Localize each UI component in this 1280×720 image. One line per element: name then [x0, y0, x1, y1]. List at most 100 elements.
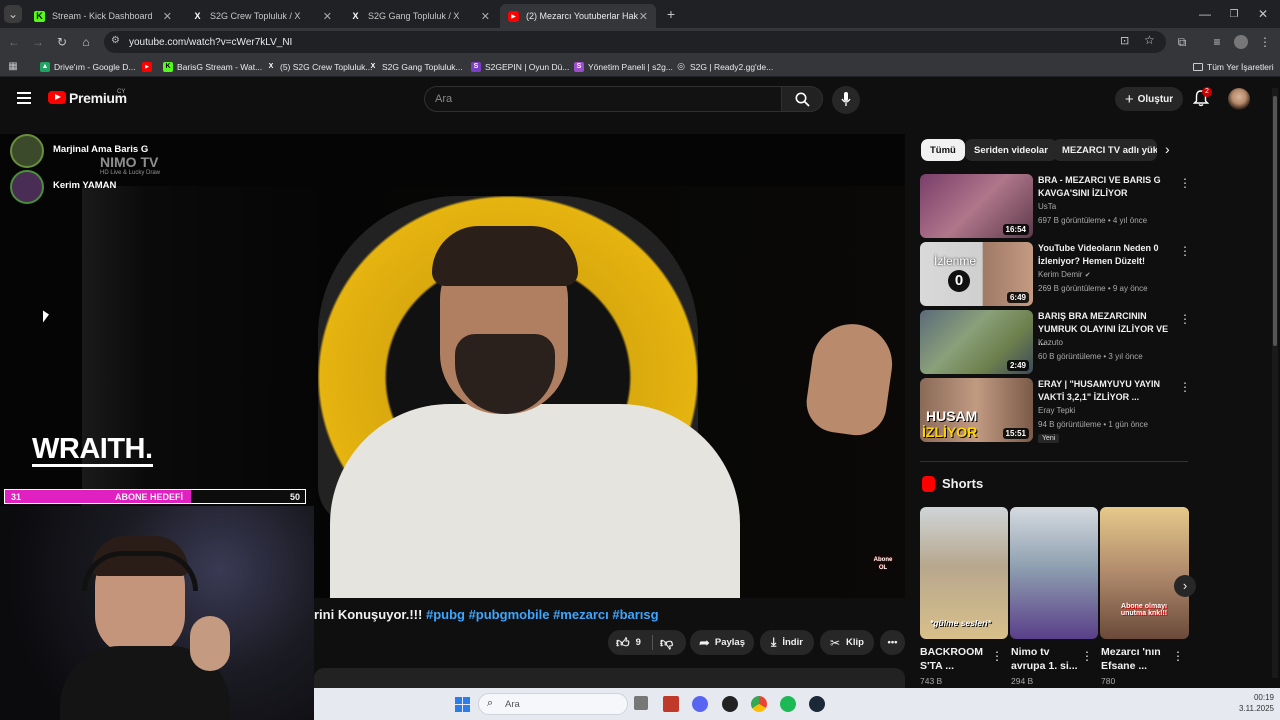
clip-button[interactable]: ✂ Klip [820, 630, 874, 655]
short-title[interactable]: BACKROOM S'TA ... [920, 645, 990, 673]
bookmark-yonetim[interactable]: S Yönetim Paneli | s2g... [574, 60, 673, 73]
short-thumbnail[interactable]: Abone olmayı unutma knk!!! [1100, 507, 1189, 639]
tab-s2g-crew[interactable]: X S2G Crew Topluluk / X ✕ [184, 4, 340, 28]
back-icon[interactable]: ← [5, 33, 23, 51]
recommended-video[interactable]: 16:54 BRA - MEZARCI VE BARIS G KAVGA'SIN… [920, 174, 1191, 238]
short-thumbnail[interactable] [1010, 507, 1098, 639]
more-vert-icon[interactable]: ⋮ [1172, 649, 1184, 663]
recommended-video[interactable]: HUSAM İZLİYOR 15:51 ERAY | "HUSAMYUYU YA… [920, 378, 1191, 443]
profile-avatar[interactable] [1234, 35, 1248, 49]
chevron-right-icon[interactable]: › [1165, 141, 1170, 157]
download-button[interactable]: ⤓ İndir [760, 630, 814, 655]
tab-s2g-gang[interactable]: X S2G Gang Topluluk / X ✕ [342, 4, 498, 28]
share-button[interactable]: ➦ Paylaş [690, 630, 754, 655]
rec-channel[interactable]: Kerim Demir ✔ [1038, 270, 1091, 279]
more-vert-icon[interactable]: ⋮ [991, 649, 1003, 663]
verified-icon: ✔ [1084, 272, 1091, 279]
home-icon[interactable]: ⌂ [77, 33, 95, 51]
media-icon[interactable]: ≡ [1208, 33, 1226, 51]
short-title[interactable]: Nimo tv avrupa 1. si... [1011, 645, 1081, 673]
bookmark-s2g-crew[interactable]: X (5) S2G Crew Topluluk... [266, 60, 373, 73]
install-icon[interactable]: ⊡ [1120, 34, 1129, 47]
tab-search-icon[interactable]: ⌄ [4, 5, 22, 23]
bookmark-star-icon[interactable]: ☆ [1144, 33, 1155, 47]
voice-search-button[interactable] [832, 86, 860, 114]
close-icon[interactable]: ✕ [323, 10, 332, 23]
site-info-icon[interactable]: ⚙ [111, 35, 120, 46]
bookmark-s2g-gang[interactable]: X S2G Gang Topluluk... [368, 60, 463, 73]
app-icon[interactable] [663, 696, 679, 712]
user-avatar [10, 170, 44, 204]
close-icon[interactable]: ✕ [481, 10, 490, 23]
tab-title: Stream - Kick Dashboard [52, 11, 153, 21]
close-icon[interactable]: ✕ [639, 10, 648, 23]
more-vert-icon[interactable]: ⋮ [1179, 312, 1191, 326]
more-vert-icon[interactable]: ⋮ [1081, 649, 1093, 663]
discord-icon[interactable] [692, 696, 708, 712]
short-title[interactable]: Mezarcı 'nın Efsane ... [1101, 645, 1171, 673]
bookmark-ready2gg[interactable]: ◎ S2G | Ready2.gg'de... [676, 60, 773, 73]
more-vert-icon[interactable]: ⋮ [1179, 380, 1191, 394]
rec-channel[interactable]: UsTa [1038, 202, 1056, 211]
extensions-icon[interactable]: ⧉ [1173, 33, 1191, 51]
like-icon[interactable]: 👍︎ [616, 635, 630, 651]
spotify-icon[interactable] [780, 696, 796, 712]
chip-mezarci[interactable]: MEZARCI TV adlı yük [1053, 139, 1157, 161]
chip-all[interactable]: Tümü [921, 139, 965, 161]
search-button[interactable] [781, 86, 823, 112]
bookmark-s2gepin[interactable]: S S2GEPIN | Oyun Dü... [471, 60, 569, 73]
taskbar-search[interactable]: ⌕ Ara [478, 693, 628, 715]
scrollbar-track[interactable] [1272, 88, 1278, 678]
rec-title: ERAY | "HUSAMYUYU YAYIN VAKTİ 3,2,1" İZL… [1038, 379, 1160, 402]
description-box[interactable] [314, 668, 905, 688]
dislike-icon[interactable]: 👎︎ [660, 635, 673, 651]
steam-icon[interactable] [809, 696, 825, 712]
new-tab-icon[interactable]: + [662, 5, 680, 23]
chrome-icon[interactable] [751, 696, 767, 712]
rec-title: BRA - MEZARCI VE BARIS G KAVGA'SINI İZLİ… [1038, 175, 1161, 198]
browser-toolbar: ← → ↻ ⌂ ⚙ youtube.com/watch?v=cWer7kLV_N… [0, 28, 1280, 56]
youtube-logo-icon[interactable] [48, 91, 66, 104]
address-bar[interactable]: ⚙ youtube.com/watch?v=cWer7kLV_NI ⊡ ☆ [104, 31, 1166, 53]
close-icon[interactable]: ✕ [163, 10, 172, 23]
search-input[interactable]: Ara [424, 86, 782, 112]
menu-icon[interactable]: ⋮ [1256, 33, 1274, 51]
video-hashtags[interactable]: #pubg #pubgmobile #mezarcı #barısg [426, 607, 659, 622]
bookmark-barisg-stream[interactable]: K BarisG Stream - Wat... [163, 60, 262, 73]
streamer-hand [190, 616, 230, 671]
tab-kick-dashboard[interactable]: K Stream - Kick Dashboard ✕ [26, 4, 180, 28]
minimize-icon[interactable]: — [1196, 5, 1214, 23]
all-bookmarks[interactable]: Tüm Yer İşaretleri [1193, 60, 1274, 73]
short-thumbnail[interactable]: *gülme sesleri* [920, 507, 1008, 639]
shorts-next-button[interactable]: › [1174, 575, 1196, 597]
windows-start-icon[interactable] [455, 697, 470, 712]
bookmark-drive[interactable]: ▲ Drive'ım - Google D... [40, 60, 135, 73]
apps-grid-icon[interactable]: ▦ [4, 57, 22, 75]
forward-icon[interactable]: → [29, 33, 47, 51]
rec-meta: 60 B görüntüleme • 3 yıl önce [1038, 352, 1143, 361]
task-view-icon[interactable] [634, 696, 648, 710]
more-actions-button[interactable]: ••• [880, 630, 905, 655]
bookmark-youtube[interactable]: ▶ [142, 60, 156, 73]
app-icon[interactable] [722, 696, 738, 712]
rec-channel[interactable]: Eray Tepki [1038, 406, 1075, 415]
reload-icon[interactable]: ↻ [53, 33, 71, 51]
system-clock[interactable]: 00:19 3.11.2025 [1224, 692, 1274, 714]
scrollbar-thumb[interactable] [1273, 96, 1277, 346]
kick-icon: K [34, 10, 45, 22]
more-vert-icon[interactable]: ⋮ [1179, 244, 1191, 258]
notifications-button[interactable]: 2 [1192, 87, 1212, 110]
duration-badge: 15:51 [1002, 428, 1029, 439]
window-close-icon[interactable]: ✕ [1254, 5, 1272, 23]
restore-icon[interactable]: ❐ [1225, 5, 1243, 23]
create-button[interactable]: + Oluştur [1115, 87, 1183, 111]
recommended-video[interactable]: 2:49 BARIŞ BRA MEZARCININ YUMRUK OLAYINI… [920, 310, 1191, 374]
subscribe-watermark: Abone OL [873, 557, 893, 571]
recommended-video[interactable]: İzlenme 0 6:49 YouTube Videoların Neden … [920, 242, 1191, 306]
account-avatar[interactable] [1228, 88, 1250, 110]
more-vert-icon[interactable]: ⋮ [1179, 176, 1191, 190]
chip-series[interactable]: Seriden videolar [965, 139, 1057, 161]
tab-youtube-active[interactable]: ▶ (2) Mezarcı Youtuberlar Hakkın ✕ [500, 4, 656, 28]
rec-channel[interactable]: Kazuto [1038, 338, 1063, 347]
guide-menu-icon[interactable] [17, 92, 31, 104]
